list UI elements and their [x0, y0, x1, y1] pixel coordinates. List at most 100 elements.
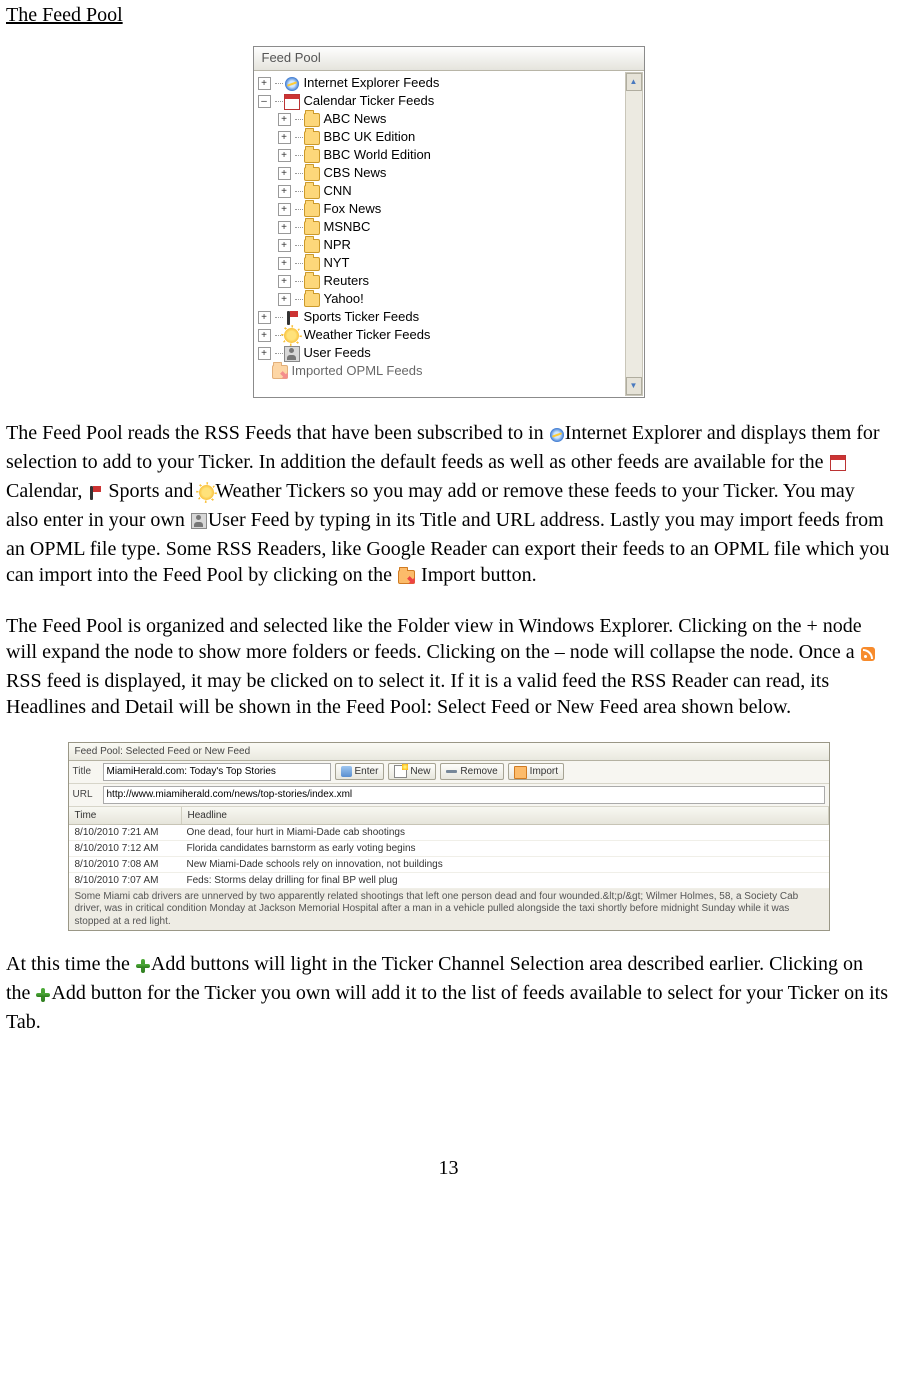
expand-icon[interactable]: + — [278, 203, 291, 216]
expand-icon[interactable]: + — [278, 113, 291, 126]
tree-node-folder[interactable]: + ABC News — [258, 111, 642, 129]
page-number: 13 — [6, 1155, 891, 1181]
expand-icon[interactable]: + — [278, 239, 291, 252]
remove-icon — [446, 766, 457, 777]
selected-feed-title: Feed Pool: Selected Feed or New Feed — [69, 743, 829, 761]
tree-label: Calendar Ticker Feeds — [304, 93, 435, 110]
paragraph-2: The Feed Pool is organized and selected … — [6, 613, 891, 720]
table-row[interactable]: 8/10/2010 7:07 AMFeds: Storms delay dril… — [69, 873, 829, 889]
expand-icon[interactable]: + — [278, 185, 291, 198]
btn-label: Import — [530, 765, 558, 778]
tree-node-imported[interactable]: Imported OPML Feeds — [258, 363, 642, 381]
btn-label: New — [410, 765, 430, 778]
expand-icon[interactable]: + — [278, 293, 291, 306]
expand-icon[interactable]: + — [278, 131, 291, 144]
expand-icon[interactable]: + — [278, 275, 291, 288]
scroll-down-icon[interactable]: ▼ — [626, 377, 642, 395]
folder-icon — [304, 221, 320, 235]
tree-node-user[interactable]: + User Feeds — [258, 345, 642, 363]
tree-node-ie[interactable]: + Internet Explorer Feeds — [258, 75, 642, 93]
tree-node-folder[interactable]: +CNN — [258, 183, 642, 201]
paragraph-1: The Feed Pool reads the RSS Feeds that h… — [6, 420, 891, 591]
expand-icon[interactable]: + — [258, 347, 271, 360]
paragraph-3: At this time the Add buttons will light … — [6, 951, 891, 1035]
scroll-up-icon[interactable]: ▲ — [626, 73, 642, 91]
tree-node-calendar[interactable]: – Calendar Ticker Feeds — [258, 93, 642, 111]
text: The Feed Pool is organized and selected … — [6, 615, 862, 663]
title-input[interactable]: MiamiHerald.com: Today's Top Stories — [103, 763, 331, 781]
tree-label: NYT — [324, 255, 350, 272]
import-button[interactable]: Import — [508, 763, 564, 780]
new-icon — [394, 765, 407, 778]
calendar-icon — [284, 94, 300, 110]
col-headline[interactable]: Headline — [182, 807, 829, 824]
add-icon — [36, 988, 50, 1002]
sports-icon — [88, 486, 102, 500]
text: Sports and — [103, 480, 198, 502]
headlines-table: Time Headline 8/10/2010 7:21 AMOne dead,… — [69, 807, 829, 889]
cell-headline: Feds: Storms delay drilling for final BP… — [181, 873, 829, 888]
expand-icon[interactable]: + — [258, 329, 271, 342]
tree-label: Imported OPML Feeds — [292, 363, 423, 380]
text: At this time the — [6, 953, 135, 975]
cell-time: 8/10/2010 7:08 AM — [69, 857, 181, 872]
tree-label: Sports Ticker Feeds — [304, 309, 420, 326]
folder-icon — [304, 203, 320, 217]
folder-icon — [304, 257, 320, 271]
selected-feed-panel: Feed Pool: Selected Feed or New Feed Tit… — [68, 742, 830, 932]
tree-node-folder[interactable]: +BBC UK Edition — [258, 129, 642, 147]
new-button[interactable]: New — [388, 763, 436, 780]
table-row[interactable]: 8/10/2010 7:21 AMOne dead, four hurt in … — [69, 825, 829, 841]
tree-label: CBS News — [324, 165, 387, 182]
col-time[interactable]: Time — [69, 807, 182, 824]
expand-icon[interactable]: + — [278, 167, 291, 180]
tree-label: User Feeds — [304, 345, 371, 362]
tree-node-folder[interactable]: +Reuters — [258, 273, 642, 291]
enter-icon — [341, 766, 352, 777]
add-icon — [136, 959, 150, 973]
tree-label: MSNBC — [324, 219, 371, 236]
tree-node-folder[interactable]: + MSNBC — [258, 219, 642, 237]
enter-button[interactable]: Enter — [335, 763, 385, 780]
folder-icon — [304, 293, 320, 307]
url-label: URL — [73, 788, 99, 801]
table-row[interactable]: 8/10/2010 7:08 AMNew Miami-Dade schools … — [69, 857, 829, 873]
tree-label: BBC World Edition — [324, 147, 431, 164]
cell-headline: Florida candidates barnstorm as early vo… — [181, 841, 829, 856]
import-folder-icon — [272, 365, 288, 379]
text: Add button for the Ticker you own will a… — [6, 982, 888, 1033]
scrollbar[interactable]: ▲ ▼ — [625, 72, 643, 396]
table-row[interactable]: 8/10/2010 7:12 AMFlorida candidates barn… — [69, 841, 829, 857]
expand-icon[interactable]: + — [278, 221, 291, 234]
tree-node-weather[interactable]: + Weather Ticker Feeds — [258, 327, 642, 345]
url-input[interactable]: http://www.miamiherald.com/news/top-stor… — [103, 786, 825, 804]
expand-icon[interactable]: + — [278, 257, 291, 270]
tree-label: Internet Explorer Feeds — [304, 75, 440, 92]
tree-node-folder[interactable]: + NYT — [258, 255, 642, 273]
feed-pool-tree: + Internet Explorer Feeds – Calendar Tic… — [254, 71, 644, 397]
collapse-icon[interactable]: – — [258, 95, 271, 108]
tree-node-folder[interactable]: + BBC World Edition — [258, 147, 642, 165]
rss-icon — [861, 647, 875, 661]
tree-label: ABC News — [324, 111, 387, 128]
feed-pool-panel: Feed Pool + Internet Explorer Feeds – Ca… — [253, 46, 645, 398]
tree-node-sports[interactable]: + Sports Ticker Feeds — [258, 309, 642, 327]
ie-icon — [550, 428, 564, 442]
tree-node-folder[interactable]: +Fox News — [258, 201, 642, 219]
tree-label: Yahoo! — [324, 291, 364, 308]
tree-node-folder[interactable]: + CBS News — [258, 165, 642, 183]
remove-button[interactable]: Remove — [440, 763, 503, 780]
folder-icon — [304, 131, 320, 145]
expand-icon[interactable]: + — [278, 149, 291, 162]
title-row: Title MiamiHerald.com: Today's Top Stori… — [69, 761, 829, 784]
import-folder-icon — [398, 570, 415, 584]
tree-node-folder[interactable]: +NPR — [258, 237, 642, 255]
expand-icon[interactable]: + — [258, 311, 271, 324]
folder-icon — [304, 167, 320, 181]
folder-icon — [304, 149, 320, 163]
tree-label: Weather Ticker Feeds — [304, 327, 431, 344]
expand-icon[interactable]: + — [258, 77, 271, 90]
feed-pool-figure: Feed Pool + Internet Explorer Feeds – Ca… — [6, 46, 891, 398]
tree-node-folder[interactable]: + Yahoo! — [258, 291, 642, 309]
selected-feed-figure: Feed Pool: Selected Feed or New Feed Tit… — [6, 742, 891, 932]
